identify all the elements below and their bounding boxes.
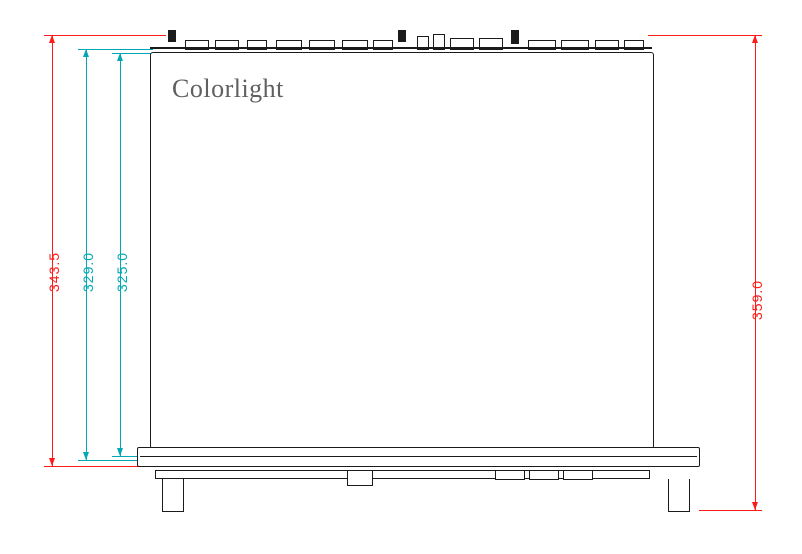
dimline-right (755, 35, 756, 510)
bottom-connector-3 (563, 470, 593, 480)
ext-line-top-outer (44, 35, 166, 36)
device-foot-left (162, 479, 184, 512)
dim-label-left-outer: 343.5 (46, 252, 62, 292)
dim-label-left-mid: 329.0 (80, 252, 96, 292)
device-front-face (150, 52, 654, 449)
dim-label-right: 359.0 (749, 280, 765, 320)
ext-line-bot-right (699, 510, 762, 511)
arrow-up-outer (49, 35, 55, 43)
bottom-connector-center (347, 470, 373, 486)
component-chip-2 (398, 30, 406, 42)
device-foot-right (668, 479, 690, 512)
component-chip-3 (511, 30, 519, 44)
bottom-connector-2 (529, 470, 559, 480)
arrow-up-right (752, 35, 758, 43)
ext-line-bot-mid (78, 460, 138, 461)
ext-line-bot-outer (44, 466, 140, 467)
dim-label-left-inner: 325.0 (114, 252, 130, 292)
component-chip-1 (168, 30, 176, 42)
component-top-baseline (150, 47, 652, 49)
device-base-plate (137, 447, 700, 467)
arrow-down-outer (49, 458, 55, 466)
device-base-line (140, 456, 697, 457)
ext-line-top-right (648, 35, 762, 36)
ext-line-top-mid (78, 49, 153, 50)
arrow-up-inner (117, 53, 123, 61)
drawing-canvas: { "brand": "Colorlight", "dimensions": {… (0, 0, 802, 554)
bottom-connector-1 (495, 470, 525, 480)
arrow-down-mid (83, 452, 89, 460)
arrow-down-inner (117, 448, 123, 456)
brand-text: Colorlight (172, 74, 284, 104)
arrow-up-mid (83, 49, 89, 57)
dimline-left-outer (52, 35, 53, 466)
arrow-down-right (752, 502, 758, 510)
